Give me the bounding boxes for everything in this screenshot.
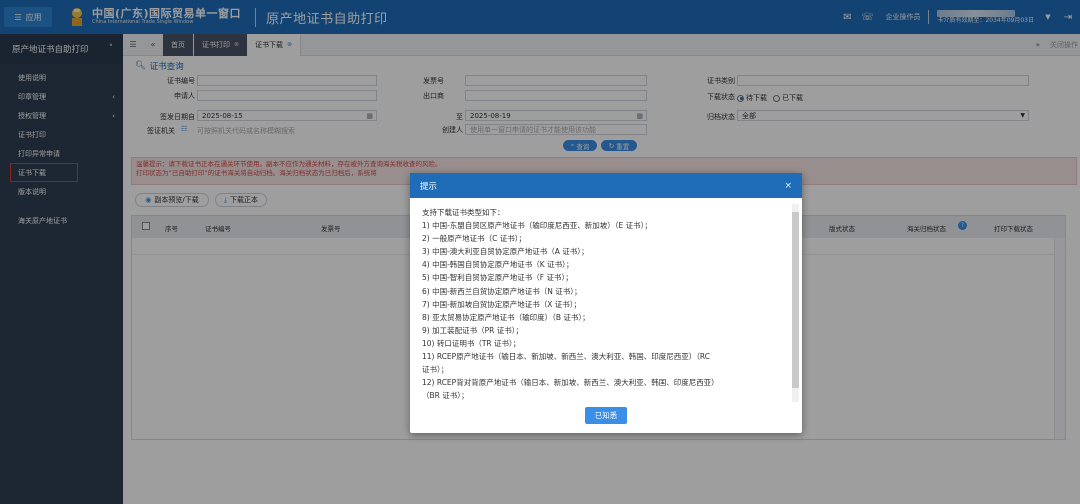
- dialog-intro: 支持下载证书类型如下：: [422, 208, 505, 217]
- acknowledge-button[interactable]: 已知悉: [585, 407, 627, 424]
- cert-type-line: 6) 中国-新西兰自贸协定原产地证书（N 证书）；: [422, 286, 582, 296]
- dialog-body: 支持下载证书类型如下： 1) 中国-东盟自贸区原产地证书（输印度尼西亚、新加坡）…: [422, 206, 788, 400]
- cert-type-line: 9) 加工装配证书（PR 证书）；: [422, 325, 523, 335]
- cert-type-line: 8) 亚太贸易协定原产地证书（输印度）（B 证书）；: [422, 312, 590, 322]
- dialog-scrollbar[interactable]: [792, 204, 799, 402]
- close-icon[interactable]: ×: [784, 181, 792, 191]
- dialog-title: 提示: [420, 181, 438, 192]
- cert-type-line: 4) 中国-韩国自贸协定原产地证书（K 证书）；: [422, 260, 574, 270]
- cert-type-line: 2) 一般原产地证书（C 证书）；: [422, 234, 526, 244]
- scrollbar-thumb[interactable]: [792, 212, 799, 388]
- cert-type-line: 5) 中国-智利自贸协定原产地证书（F 证书）；: [422, 273, 573, 283]
- cert-type-line: 3) 中国-澳大利亚自贸协定原产地证书（A 证书）；: [422, 247, 589, 257]
- cert-type-line: 11) RCEP原产地证书（输日本、新加坡、新西兰、澳大利亚、韩国、印度尼西亚）…: [422, 352, 711, 362]
- cert-type-line: （BR 证书）；: [422, 391, 469, 400]
- cert-type-line: 12) RCEP背对背原产地证书（输日本、新加坡、新西兰、澳大利亚、韩国、印度尼…: [422, 378, 719, 388]
- cert-type-line: 证书）；: [422, 365, 449, 375]
- page: ☰ 应用 中国(广东)国际贸易单一窗口 China International …: [0, 0, 1080, 504]
- notice-dialog: 提示 × 支持下载证书类型如下： 1) 中国-东盟自贸区原产地证书（输印度尼西亚…: [410, 173, 802, 433]
- cert-type-line: 10) 转口证明书（TR 证书）；: [422, 338, 521, 348]
- cert-type-line: 7) 中国-新加坡自贸协定原产地证书（X 证书）；: [422, 299, 582, 309]
- cert-type-line: 1) 中国-东盟自贸区原产地证书（输印度尼西亚、新加坡）（E 证书）；: [422, 221, 652, 231]
- dialog-header: 提示 ×: [410, 173, 802, 198]
